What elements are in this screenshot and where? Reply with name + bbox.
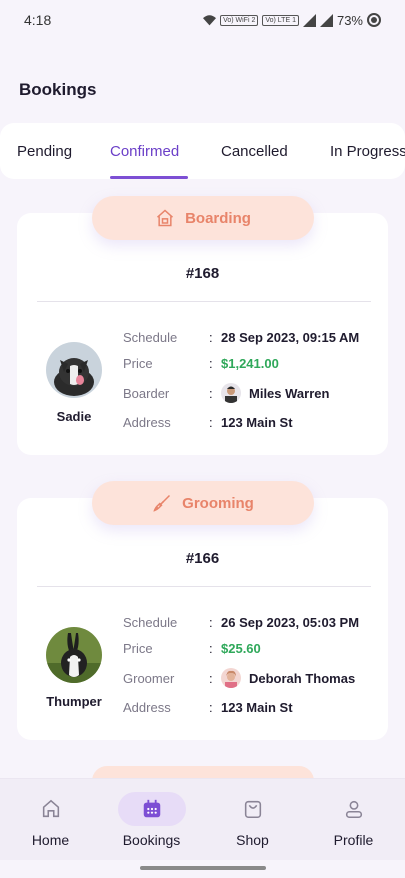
colon: : <box>209 355 213 371</box>
house-icon <box>157 209 174 227</box>
battery-percent: 73% <box>336 12 363 28</box>
divider <box>37 586 371 587</box>
price-label: Price <box>123 355 153 371</box>
nav-bookings-label: Bookings <box>122 832 181 848</box>
pet-name: Sadie <box>56 409 92 424</box>
nav-home[interactable]: Home <box>0 779 101 861</box>
provider-role-label: Boarder <box>123 385 170 401</box>
colon: : <box>209 640 213 656</box>
address-value: 123 Main St <box>221 699 293 715</box>
page-title: Bookings <box>19 80 97 99</box>
schedule-value: 26 Sep 2023, 05:03 PM <box>221 614 360 630</box>
price-row: Price : $1,241.00 <box>123 353 279 373</box>
address-value: 123 Main St <box>221 414 293 430</box>
tab-in-progress[interactable]: In Progress <box>330 123 405 179</box>
provider-name: Miles Warren <box>249 385 330 401</box>
booking-card[interactable]: #166 Thumper Schedule : 26 Sep 2023, 05:… <box>17 498 388 740</box>
booking-id: #166 <box>185 550 220 567</box>
price-row: Price : $25.60 <box>123 638 261 658</box>
status-bar: 4:18 Vo) WiFi 2 Vo) LTE 1 73% <box>0 0 405 40</box>
wifi-icon <box>203 14 217 25</box>
provider-row: Groomer : Deborah Thomas <box>123 668 355 688</box>
nav-home-label: Home <box>31 832 70 848</box>
nav-profile[interactable]: Profile <box>303 779 404 861</box>
status-icons: Vo) WiFi 2 Vo) LTE 1 73% <box>203 13 381 28</box>
colon: : <box>209 385 213 401</box>
brush-icon <box>153 494 171 512</box>
status-time: 4:18 <box>24 12 52 28</box>
service-type-label: Grooming <box>182 494 254 512</box>
shopping-bag-icon <box>244 800 261 819</box>
home-indicator[interactable] <box>140 866 266 870</box>
active-tab-indicator <box>110 176 188 179</box>
provider-row: Boarder : Miles Warren <box>123 383 329 403</box>
service-type-pill: Grooming <box>92 481 314 525</box>
colon: : <box>209 699 213 715</box>
schedule-label: Schedule <box>123 329 178 345</box>
colon: : <box>209 414 213 430</box>
tab-pending[interactable]: Pending <box>17 123 72 179</box>
tab-cancelled[interactable]: Cancelled <box>221 123 288 179</box>
provider-name: Deborah Thomas <box>249 670 356 686</box>
provider-value: Deborah Thomas <box>221 668 355 688</box>
price-value: $1,241.00 <box>221 355 279 371</box>
lte-calling-badge: Vo) LTE 1 <box>262 14 299 26</box>
pet-name: Thumper <box>46 694 102 709</box>
nav-shop-label: Shop <box>236 832 269 848</box>
divider <box>37 301 371 302</box>
booking-id: #168 <box>185 265 220 282</box>
person-icon <box>345 800 362 819</box>
pet-avatar <box>46 342 102 398</box>
nav-profile-label: Profile <box>333 832 374 848</box>
colon: : <box>209 614 213 630</box>
address-label: Address <box>123 414 171 430</box>
service-type-label: Boarding <box>185 209 251 227</box>
provider-role-label: Groomer <box>123 670 175 686</box>
colon: : <box>209 670 213 686</box>
nav-bookings[interactable]: Bookings <box>101 779 202 861</box>
booking-status-tabs: Pending Confirmed Cancelled In Progress <box>0 123 405 179</box>
provider-avatar <box>221 383 241 403</box>
nav-shop[interactable]: Shop <box>202 779 303 861</box>
price-value: $25.60 <box>221 640 261 656</box>
schedule-row: Schedule : 26 Sep 2023, 05:03 PM <box>123 612 359 632</box>
provider-avatar <box>221 668 241 688</box>
pet-avatar <box>46 627 102 683</box>
battery-icon <box>367 13 381 27</box>
wifi-calling-badge: Vo) WiFi 2 <box>220 14 259 26</box>
booking-card[interactable]: #168 Sadie Schedule : 28 Sep 2023, 09:15… <box>17 213 388 455</box>
address-row: Address : 123 Main St <box>123 412 293 432</box>
bottom-navigation: Home Bookings Shop Profile <box>0 778 405 860</box>
calendar-icon <box>143 799 160 818</box>
service-type-pill: Boarding <box>92 196 314 240</box>
signal-icon <box>302 13 316 27</box>
home-icon <box>42 799 59 818</box>
schedule-row: Schedule : 28 Sep 2023, 09:15 AM <box>123 327 359 347</box>
tab-confirmed[interactable]: Confirmed <box>110 123 179 179</box>
provider-value: Miles Warren <box>221 383 329 403</box>
signal-icon-2 <box>319 13 333 27</box>
address-row: Address : 123 Main St <box>123 697 293 717</box>
colon: : <box>209 329 213 345</box>
schedule-value: 28 Sep 2023, 09:15 AM <box>221 329 360 345</box>
schedule-label: Schedule <box>123 614 178 630</box>
price-label: Price <box>123 640 153 656</box>
address-label: Address <box>123 699 171 715</box>
